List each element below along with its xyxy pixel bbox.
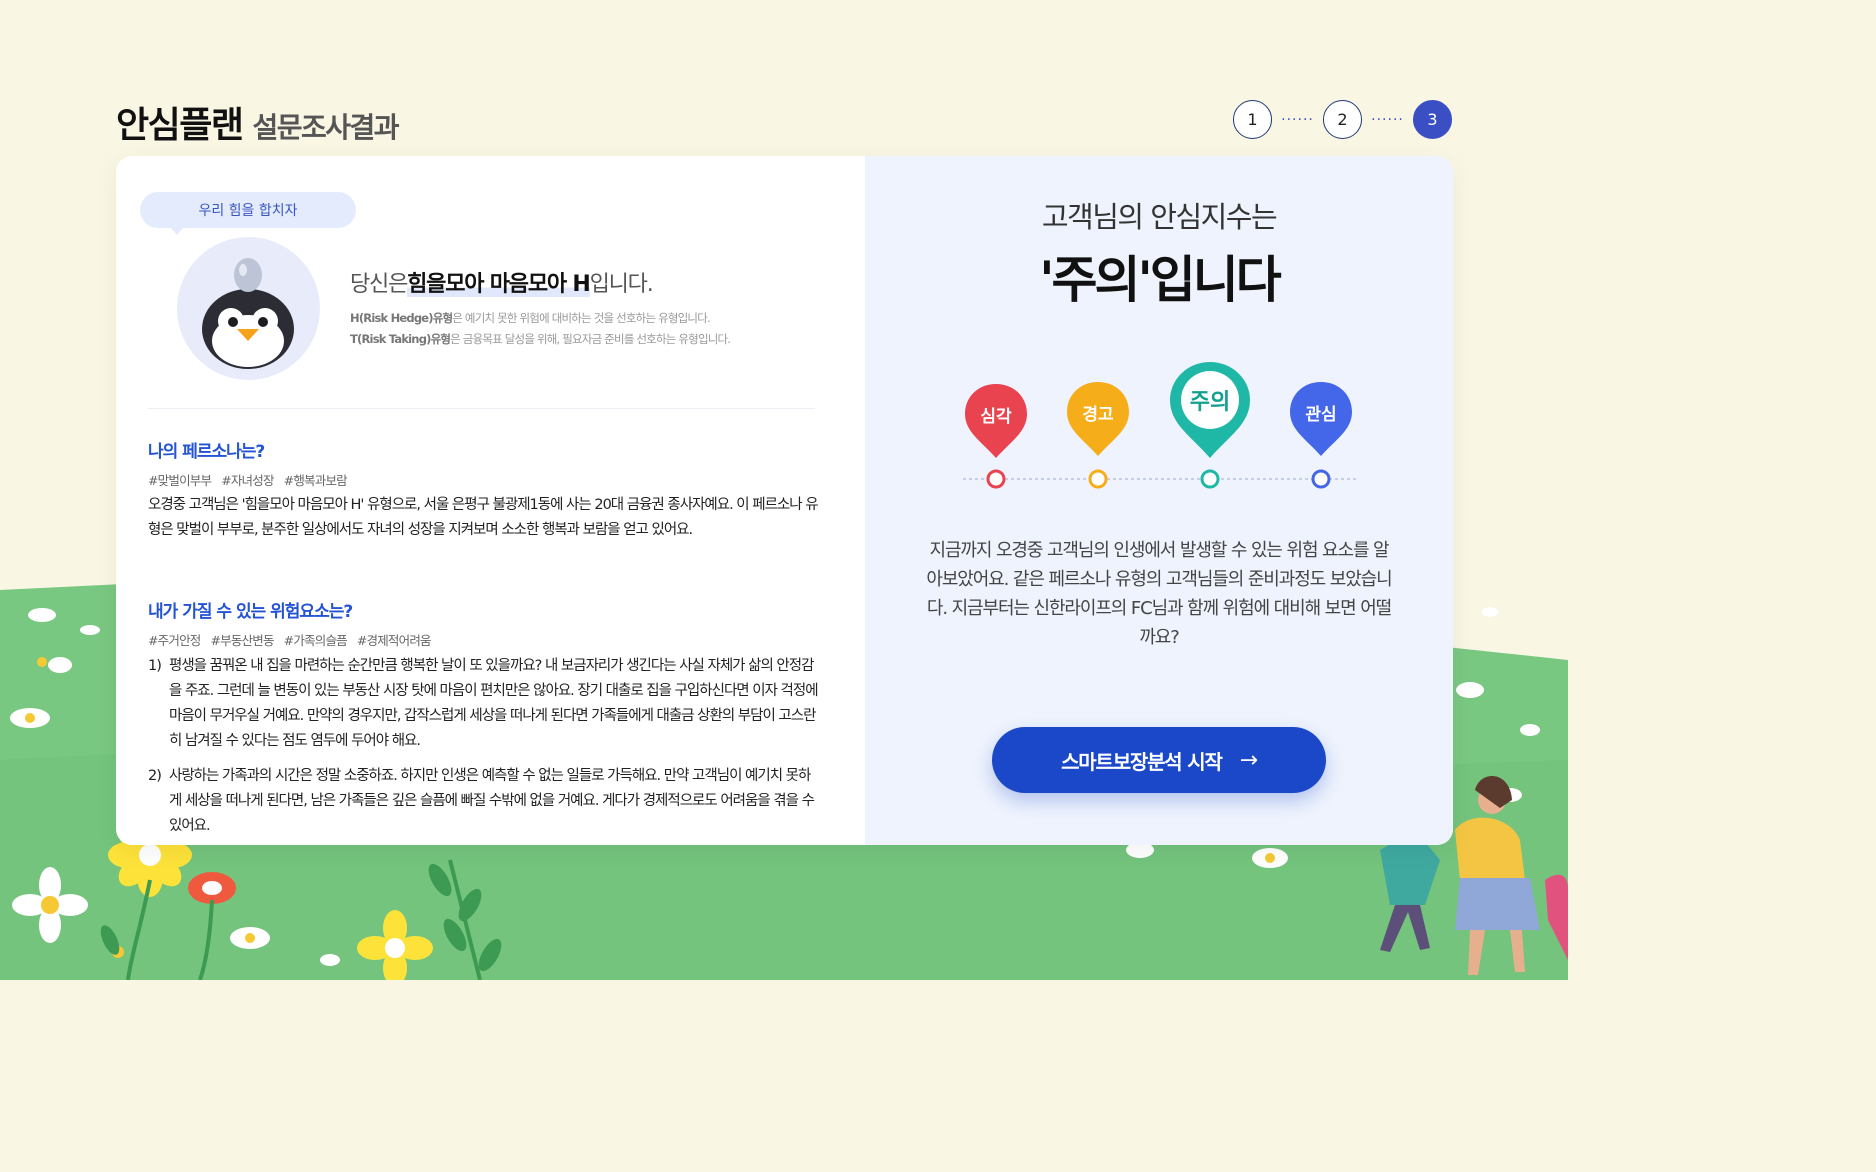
step-1: 1: [1233, 100, 1272, 139]
start-analysis-button[interactable]: 스마트보장분석 시작 →: [992, 727, 1326, 793]
level-pin-1: 심각: [965, 384, 1027, 489]
persona-title-prefix: 당신은: [350, 272, 408, 297]
tag: #자녀성장: [221, 473, 274, 488]
step-connector: ······: [1371, 111, 1404, 128]
page-title: 안심플랜 설문조사결과: [116, 96, 400, 148]
tag: #주거안정: [148, 633, 201, 648]
level-label: 주의: [1190, 390, 1230, 415]
safety-index-gauge: 심각 경고 주의 관심: [963, 362, 1357, 489]
result-card: 우리 힘을 합치자 당신은힘을모아 마음모아 H입니다. H(Risk Hedg…: [116, 156, 1453, 845]
penguin-icon: [202, 258, 294, 369]
divider: [148, 408, 815, 409]
page-title-main: 안심플랜: [116, 105, 244, 146]
risk-item: 1) 평생을 꿈꿔온 내 집을 마련하는 순간만큼 행복한 날이 또 있을까요?…: [148, 654, 820, 754]
risk-factors-list: 1) 평생을 꿈꿔온 내 집을 마련하는 순간만큼 행복한 날이 또 있을까요?…: [148, 654, 820, 845]
page-title-sub: 설문조사결과: [252, 111, 399, 144]
risk-item-number: 1): [148, 658, 162, 674]
step-connector: ······: [1281, 111, 1314, 128]
flower-red: [188, 872, 236, 904]
level-label: 경고: [1082, 405, 1114, 425]
level-pin-4: 관심: [1290, 382, 1352, 489]
level-label: 심각: [980, 407, 1012, 427]
persona-title-suffix: 입니다.: [589, 272, 654, 297]
risk-item-number: 2): [148, 768, 162, 784]
safety-index-panel: 고객님의 안심지수는 '주의'입니다 심각 경고 주의 관심 지금까지 오경중 …: [865, 156, 1453, 845]
tag: #맞벌이부부: [148, 473, 212, 488]
tag: #가족의슬픔: [283, 633, 348, 648]
persona-type: 당신은힘을모아 마음모아 H입니다. H(Risk Hedge)유형은 예기치 …: [350, 266, 830, 350]
persona-type-description: H(Risk Hedge)유형은 예기치 못한 위험에 대비하는 것을 선호하는…: [350, 308, 830, 350]
safety-index-lead: 고객님의 안심지수는: [1041, 200, 1278, 234]
persona-panel: 우리 힘을 합치자 당신은힘을모아 마음모아 H입니다. H(Risk Hedg…: [116, 156, 865, 845]
safety-index-description: 지금까지 오경중 고객님의 인생에서 발생할 수 있는 위험 요소를 알아보았어…: [926, 540, 1392, 648]
risk-item-text: 사랑하는 가족과의 시간은 정말 소중하죠. 하지만 인생은 예측할 수 없는 …: [169, 768, 815, 834]
tag: #부동산변동: [210, 633, 274, 648]
t-type-label: T(Risk Taking)유형: [350, 332, 451, 346]
step-indicator: 1 ······ 2 ······ 3: [1233, 100, 1452, 139]
tag: #경제적어려움: [356, 633, 432, 648]
risk-item-text: 평생을 꿈꿔온 내 집을 마련하는 순간만큼 행복한 날이 또 있을까요? 내 …: [169, 658, 819, 749]
step-3-active: 3: [1413, 100, 1452, 139]
arrow-right-icon: →: [1239, 747, 1258, 773]
penguin-avatar: [177, 237, 320, 380]
start-analysis-label: 스마트보장분석 시작: [1061, 749, 1223, 774]
persona-type-title: 당신은힘을모아 마음모아 H입니다.: [350, 266, 830, 298]
persona-speech-bubble: 우리 힘을 합치자: [140, 192, 356, 235]
risk-item: 2) 사랑하는 가족과의 시간은 정말 소중하죠. 하지만 인생은 예측할 수 …: [148, 764, 820, 839]
risk-factors-tags: #주거안정 #부동산변동 #가족의슬픔 #경제적어려움: [148, 630, 432, 649]
h-type-text: 은 예기치 못한 위험에 대비하는 것을 선호하는 유형입니다.: [452, 311, 710, 325]
h-type-label: H(Risk Hedge)유형: [350, 311, 453, 325]
my-persona-tags: #맞벌이부부 #자녀성장 #행복과보람: [148, 470, 348, 489]
step-2: 2: [1323, 100, 1362, 139]
tag: #행복과보람: [283, 473, 348, 488]
level-pin-3-current: 주의: [1170, 362, 1250, 489]
persona-type-name: 힘을모아 마음모아 H: [407, 272, 591, 297]
level-pin-2: 경고: [1067, 382, 1129, 489]
risk-factors-title: 내가 가질 수 있는 위험요소는?: [148, 602, 353, 622]
level-label: 관심: [1305, 405, 1336, 425]
t-type-text: 은 금융목표 달성을 위해, 필요자금 준비를 선호하는 유형입니다.: [450, 332, 731, 346]
safety-index-result: '주의'입니다: [1039, 251, 1282, 309]
my-persona-title: 나의 페르소나는?: [148, 442, 265, 462]
my-persona-text: 오경중 고객님은 '힘을모아 마음모아 H' 유형으로, 서울 은평구 불광제1…: [148, 497, 819, 538]
